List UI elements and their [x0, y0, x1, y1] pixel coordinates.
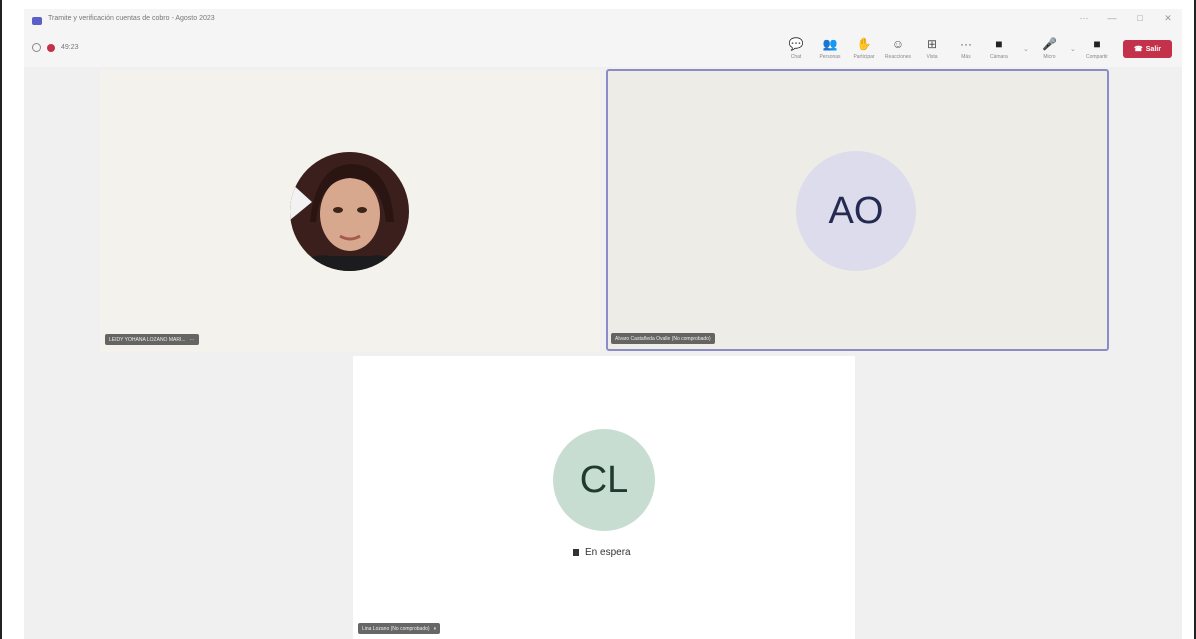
view-label: Vista: [926, 54, 938, 60]
reactions-icon: ☺: [891, 37, 905, 51]
on-hold-label: En espera: [585, 547, 631, 558]
participant-name-tag: Lina Lozano (No comprobado) ⏸: [358, 623, 441, 634]
participant-photo: [290, 152, 409, 271]
more-icon: ···: [960, 37, 972, 51]
participant-name: Lina Lozano (No comprobado): [362, 625, 430, 632]
pause-icon: [573, 549, 579, 556]
people-label: Personas: [819, 54, 841, 60]
on-hold-status: En espera: [573, 547, 631, 558]
share-icon: ■: [1093, 37, 1101, 51]
participant-name-tag: Alvaro Castañeda Ovalle (No comprobado): [611, 333, 715, 344]
participant-options-icon[interactable]: ···: [190, 337, 195, 343]
share-button[interactable]: ■ Compartir: [1086, 36, 1108, 60]
avatar: AO: [796, 151, 916, 271]
participant-name-tag: LEIDY YOHANA LOZANO MARI... ···: [105, 334, 199, 345]
more-button[interactable]: ··· Más: [949, 36, 983, 60]
teams-logo-icon: [32, 17, 42, 25]
meeting-info-icon[interactable]: [32, 43, 41, 52]
video-stage: LEIDY YOHANA LOZANO MARI... ··· AO Alvar…: [24, 67, 1182, 639]
mic-options-chevron-icon[interactable]: ⌄: [1070, 45, 1076, 53]
reactions-label: Reacciones: [884, 54, 912, 60]
meeting-toolbar: 49:23 💬 Chat 👥 Personas ✋ Participar ☺ R…: [24, 33, 1182, 67]
view-button[interactable]: ⊞ Vista: [915, 36, 949, 60]
mic-label: Micro: [1043, 54, 1056, 60]
mic-button[interactable]: 🎤 Micro: [1042, 36, 1057, 60]
participant-tile[interactable]: CL En espera Lina Lozano (No comprobado)…: [353, 356, 855, 639]
avatar: CL: [553, 429, 655, 531]
meeting-timer: 49:23: [61, 44, 79, 51]
chat-button[interactable]: 💬 Chat: [779, 36, 813, 60]
participant-name: Alvaro Castañeda Ovalle (No comprobado): [615, 335, 711, 342]
microphone-icon: 🎤: [1042, 37, 1057, 51]
maximize-button[interactable]: □: [1134, 13, 1146, 24]
leave-label: Salir: [1145, 45, 1161, 53]
participant-tile[interactable]: LEIDY YOHANA LOZANO MARI... ···: [100, 70, 600, 352]
people-icon: 👥: [822, 37, 838, 51]
leave-button[interactable]: ☎ Salir: [1123, 40, 1172, 58]
pause-icon: ⏸: [433, 625, 437, 632]
app-window: Tramite y verificación cuentas de cobro …: [0, 0, 1196, 639]
more-label: Más: [961, 54, 971, 60]
window-more-button[interactable]: ···: [1078, 13, 1090, 24]
chat-label: Chat: [790, 54, 802, 60]
raise-hand-label: Participar: [853, 54, 875, 60]
participant-name: LEIDY YOHANA LOZANO MARI...: [109, 336, 186, 343]
phone-hangup-icon: ☎: [1134, 46, 1143, 53]
reactions-button[interactable]: ☺ Reacciones: [881, 36, 915, 60]
meeting-status: 49:23: [32, 43, 79, 52]
window-controls: ··· — □ ✕: [1078, 13, 1174, 24]
title-bar: Tramite y verificación cuentas de cobro …: [24, 9, 1182, 33]
close-window-button[interactable]: ✕: [1162, 13, 1174, 24]
raise-hand-button[interactable]: ✋ Participar: [847, 36, 881, 60]
camera-options-chevron-icon[interactable]: ⌄: [1023, 45, 1029, 53]
recording-icon: [47, 43, 55, 52]
camera-button[interactable]: ■ Cámara: [990, 36, 1008, 60]
minimize-button[interactable]: —: [1106, 13, 1118, 24]
camera-label: Cámara: [990, 54, 1008, 60]
share-label: Compartir: [1086, 54, 1108, 60]
camera-icon: ■: [995, 37, 1003, 51]
participant-tile-active[interactable]: AO Alvaro Castañeda Ovalle (No comprobad…: [606, 69, 1109, 351]
toolbar-actions: 💬 Chat 👥 Personas ✋ Participar ☺ Reaccio…: [779, 36, 983, 60]
raise-hand-icon: ✋: [856, 37, 872, 51]
window-title: Tramite y verificación cuentas de cobro …: [48, 15, 215, 22]
view-icon: ⊞: [926, 37, 938, 51]
people-button[interactable]: 👥 Personas: [813, 36, 847, 60]
chat-icon: 💬: [788, 37, 804, 51]
